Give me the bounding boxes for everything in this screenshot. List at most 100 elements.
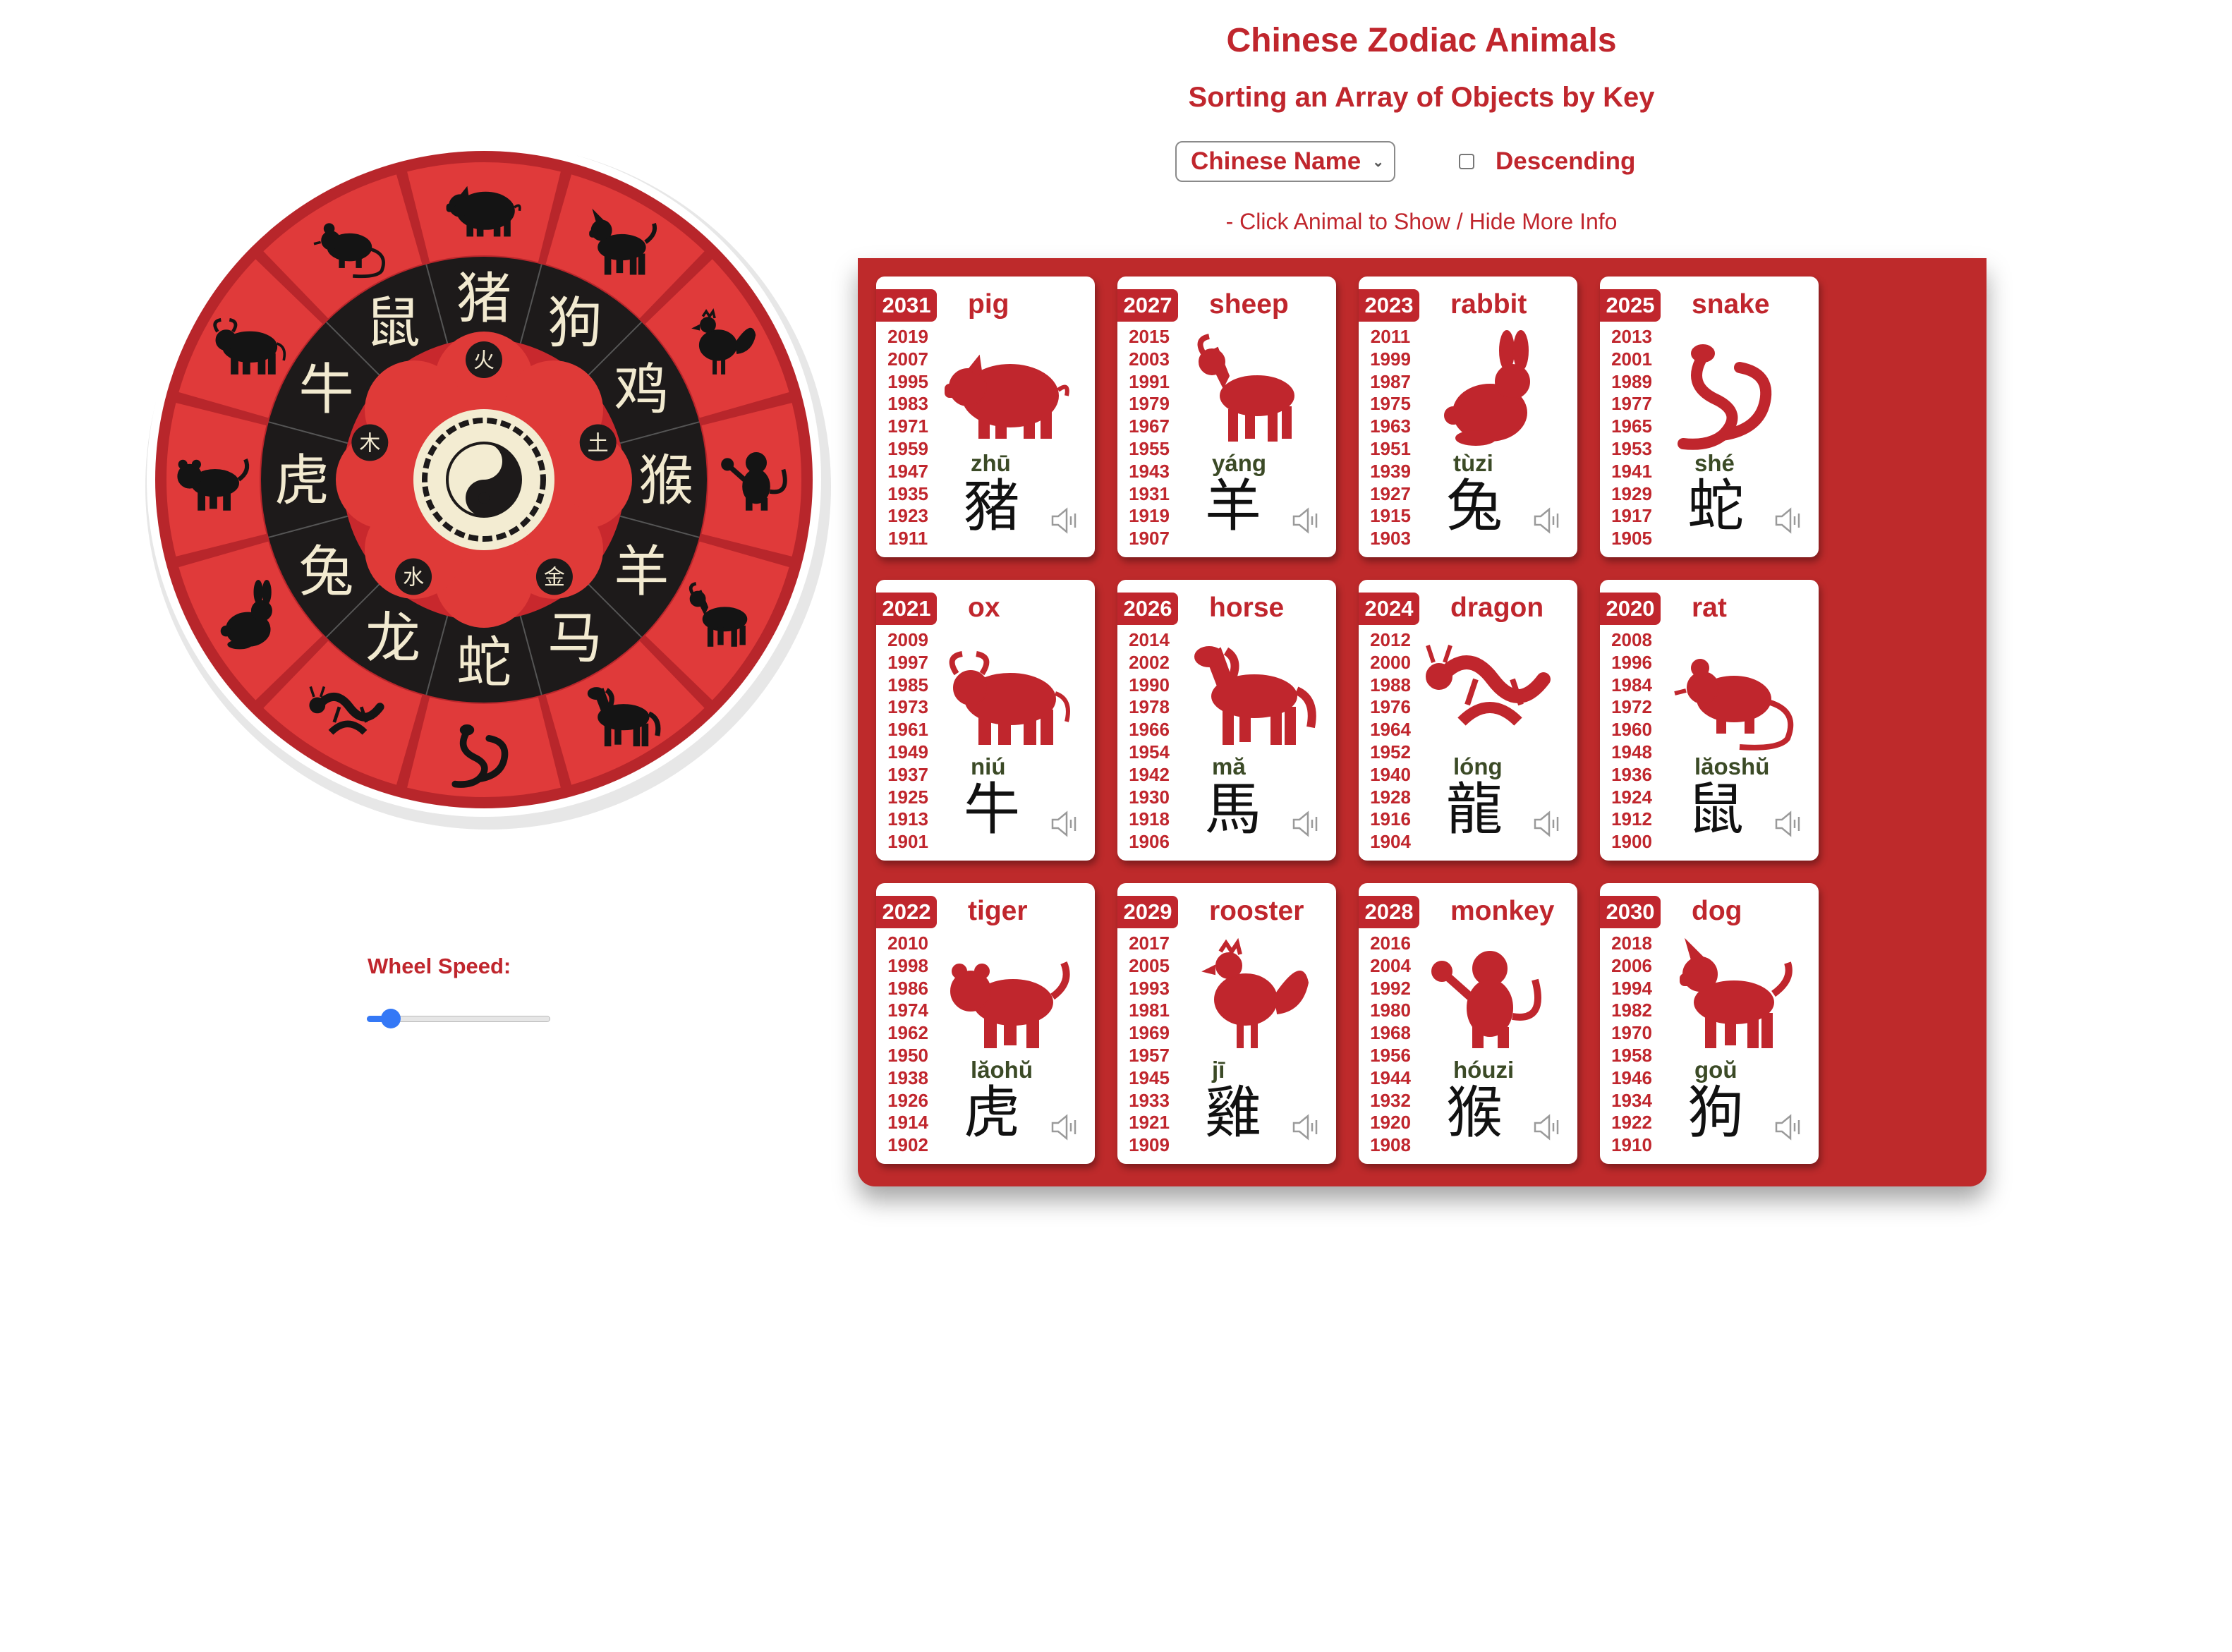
zodiac-card-rabbit[interactable]: 2023 rabbit 2011 1999 1987 1975 1963 1951 1939 19… <box>1359 277 1577 557</box>
next-year-badge: 2025 <box>1600 289 1661 322</box>
sort-key-select[interactable]: Chinese Name ⌄ <box>1175 141 1395 182</box>
year-item: 1902 <box>887 1134 928 1156</box>
dragon-icon[interactable] <box>1419 633 1560 753</box>
year-item: 1949 <box>887 741 928 763</box>
year-item: 1945 <box>1129 1067 1170 1088</box>
speaker-icon[interactable] <box>1772 505 1806 536</box>
zodiac-card-dog[interactable]: 2030 dog 2018 2006 1994 1982 1970 1958 1946 1934 1… <box>1600 883 1819 1164</box>
year-item: 1950 <box>887 1044 928 1066</box>
wheel-animal-character: 龙 <box>365 607 420 670</box>
next-year-badge: 2021 <box>876 593 937 625</box>
sheep-icon[interactable] <box>1178 330 1319 450</box>
monkey-icon[interactable] <box>1419 937 1560 1057</box>
zodiac-card-snake[interactable]: 2025 snake 2013 2001 1989 1977 1965 1953 1941 192… <box>1600 277 1819 557</box>
ox-icon[interactable] <box>937 633 1078 753</box>
speaker-icon[interactable] <box>1048 1112 1082 1143</box>
next-year-badge: 2028 <box>1359 896 1419 928</box>
next-year-badge: 2020 <box>1600 593 1661 625</box>
year-item: 1941 <box>1611 460 1652 482</box>
chinese-character: 牛 <box>964 777 1020 842</box>
year-item: 1938 <box>887 1067 928 1088</box>
year-item: 1935 <box>887 482 928 504</box>
animal-name: pig <box>968 289 1009 320</box>
instruction-text: - Click Animal to Show / Hide More Info <box>1225 209 1618 234</box>
year-item: 2018 <box>1611 933 1652 954</box>
sort-key-value: Chinese Name <box>1191 147 1361 175</box>
year-item: 1913 <box>887 808 928 830</box>
rat-icon[interactable] <box>1661 633 1802 753</box>
zodiac-card-pig[interactable]: 2031 pig 2019 2007 1995 1983 1971 1959 1947 1935 1… <box>876 277 1095 557</box>
year-list: 2013 2001 1989 1977 1965 1953 1941 1929 1917 1905 <box>1607 326 1656 550</box>
year-item: 1931 <box>1129 482 1170 504</box>
zodiac-card-ox[interactable]: 2021 ox 2009 1997 1985 1973 1961 1949 1937 1925 19… <box>876 580 1095 861</box>
year-item: 1982 <box>1611 1000 1652 1021</box>
year-item: 1956 <box>1370 1044 1411 1066</box>
year-item: 1988 <box>1370 674 1411 696</box>
dog-icon[interactable] <box>1661 937 1802 1057</box>
speaker-icon[interactable] <box>1290 1112 1323 1143</box>
zodiac-card-monkey[interactable]: 2028 monkey 2016 2004 1992 1980 1968 1956 1944 19… <box>1359 883 1577 1164</box>
year-item: 1911 <box>887 528 928 549</box>
year-item: 1963 <box>1370 415 1411 437</box>
pig-icon[interactable] <box>937 330 1078 450</box>
year-item: 2005 <box>1129 954 1170 976</box>
speaker-icon[interactable] <box>1290 505 1323 536</box>
speaker-icon[interactable] <box>1531 808 1565 839</box>
year-item: 1976 <box>1370 696 1411 718</box>
speaker-icon[interactable] <box>1531 1112 1565 1143</box>
year-item: 1957 <box>1129 1044 1170 1066</box>
year-item: 1912 <box>1611 808 1652 830</box>
animal-name: rabbit <box>1450 289 1527 320</box>
year-item: 2016 <box>1370 933 1411 954</box>
year-item: 1995 <box>887 370 928 392</box>
year-item: 1993 <box>1129 977 1170 999</box>
year-item: 1998 <box>887 954 928 976</box>
year-item: 1959 <box>887 437 928 459</box>
year-item: 1972 <box>1611 696 1652 718</box>
slider-thumb[interactable] <box>380 1009 401 1028</box>
year-item: 2012 <box>1370 629 1411 650</box>
year-item: 1908 <box>1370 1134 1411 1156</box>
year-item: 1981 <box>1129 1000 1170 1021</box>
animal-name: dog <box>1692 896 1742 926</box>
speaker-icon[interactable] <box>1290 808 1323 839</box>
horse-icon[interactable] <box>1178 633 1319 753</box>
year-item: 1986 <box>887 977 928 999</box>
zodiac-card-rooster[interactable]: 2029 rooster 2017 2005 1993 1981 1969 1957 1945 1… <box>1117 883 1336 1164</box>
descending-checkbox[interactable] <box>1459 154 1474 169</box>
next-year-badge: 2031 <box>876 289 937 322</box>
tiger-icon[interactable] <box>937 937 1078 1057</box>
zodiac-card-dragon[interactable]: 2024 dragon 2012 2000 1988 1976 1964 1952 1940 19… <box>1359 580 1577 861</box>
rabbit-icon[interactable] <box>1419 330 1560 450</box>
zodiac-card-rat[interactable]: 2020 rat 2008 1996 1984 1972 1960 1948 1936 1924 1… <box>1600 580 1819 861</box>
rooster-icon[interactable] <box>1178 937 1319 1057</box>
speaker-icon[interactable] <box>1772 808 1806 839</box>
year-item: 1903 <box>1370 528 1411 549</box>
speaker-icon[interactable] <box>1048 505 1082 536</box>
next-year-badge: 2026 <box>1117 593 1178 625</box>
zodiac-card-sheep[interactable]: 2027 sheep 2015 2003 1991 1979 1967 1955 1943 193… <box>1117 277 1336 557</box>
speaker-icon[interactable] <box>1048 808 1082 839</box>
wheel-animal-character: 鸡 <box>614 358 669 422</box>
snake-icon[interactable] <box>1661 330 1802 450</box>
speaker-icon[interactable] <box>1772 1112 1806 1143</box>
yin-yang-icon <box>446 442 522 518</box>
year-item: 2008 <box>1611 629 1652 650</box>
zodiac-wheel[interactable]: 猪狗鸡猴羊马蛇龙兔虎牛鼠火土金 水 木 <box>131 127 837 832</box>
wheel-speed-slider[interactable] <box>367 1007 550 1030</box>
year-item: 1929 <box>1611 482 1652 504</box>
wheel-animal-character: 猪 <box>456 267 511 331</box>
descending-label[interactable]: Descending <box>1496 147 1635 176</box>
wheel-speed-label: Wheel Speed: <box>368 954 511 978</box>
year-item: 1990 <box>1129 674 1170 696</box>
year-list: 2017 2005 1993 1981 1969 1957 1945 1933 1921 1909 <box>1124 933 1174 1157</box>
zodiac-card-horse[interactable]: 2026 horse 2014 2002 1990 1978 1966 1954 1942 193… <box>1117 580 1336 861</box>
year-item: 1966 <box>1129 719 1170 741</box>
chinese-character: 鼠 <box>1687 777 1744 842</box>
wheel-animal-character: 虎 <box>274 449 329 513</box>
year-item: 1930 <box>1129 786 1170 808</box>
animal-name: snake <box>1692 289 1770 320</box>
wheel-animal-character: 蛇 <box>456 631 511 695</box>
zodiac-card-tiger[interactable]: 2022 tiger 2010 1998 1986 1974 1962 1950 1938 192… <box>876 883 1095 1164</box>
speaker-icon[interactable] <box>1531 505 1565 536</box>
